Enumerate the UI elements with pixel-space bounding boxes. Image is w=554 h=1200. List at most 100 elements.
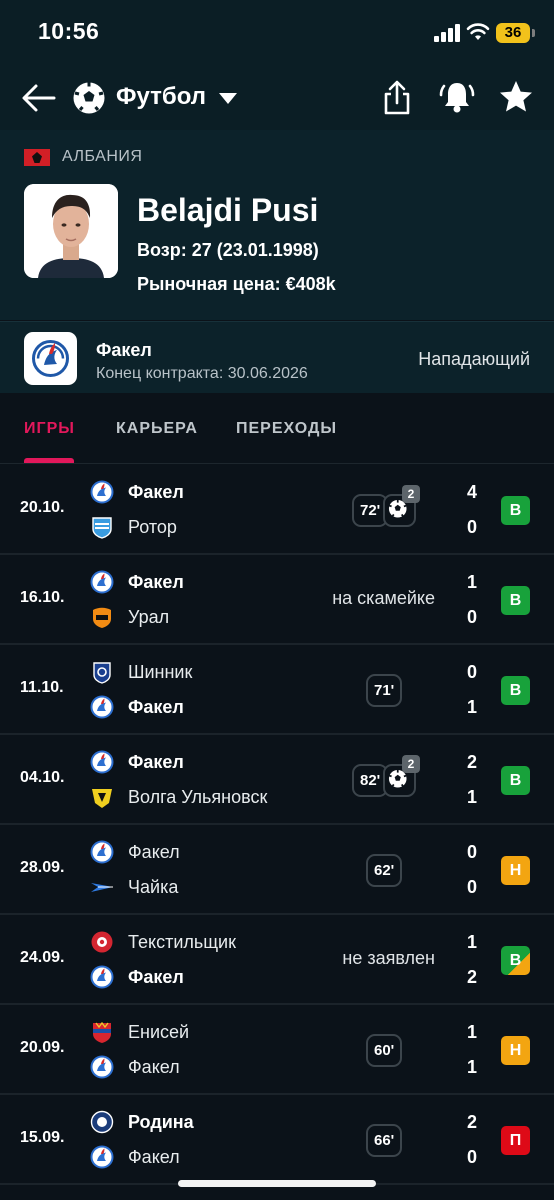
yenisey-logo-icon [93,1021,111,1043]
result-badge: В [501,586,530,615]
active-tab-indicator [24,458,74,463]
result-badge: В [501,676,530,705]
chayka-logo-icon [91,883,113,892]
away-team-score: 2 [466,967,477,987]
match-date: 24.09. [20,949,65,966]
away-team-name: Чайка [128,877,179,897]
away-team-name: Факел [128,1057,180,1077]
match-date: 16.10. [20,589,65,606]
result-badge: П [501,1126,530,1155]
volga-logo-icon [92,789,112,808]
player-status-note: на скамейке [332,588,435,608]
result-badge: Н [501,856,530,885]
away-team-score: 0 [466,1147,477,1167]
shinnik-logo-icon [93,662,111,684]
cellular-signal-icon [434,24,460,42]
player-status-note: не заявлен [342,948,435,968]
tab-career[interactable]: КАРЬЕРА [116,420,198,438]
home-team-name: Факел [128,482,184,502]
back-arrow-icon[interactable] [20,80,58,116]
player-name: Belajdi Pusi [137,192,319,228]
fakel-logo-icon [90,1055,114,1079]
home-team-name: Шинник [128,662,193,682]
home-team-score: 1 [466,932,477,952]
match-row[interactable]: 16.10. Факел Урал на скамейке 1 0 В [0,555,554,645]
home-team-name: Факел [128,752,184,772]
home-team-score: 1 [466,1022,477,1042]
fakel-logo-icon [90,840,114,864]
player-market-value: Рыночная цена: €408k [137,274,336,294]
away-team-score: 0 [466,517,477,537]
minutes-played: 60' [366,1034,403,1067]
tab-games[interactable]: ИГРЫ [24,420,75,438]
dropdown-caret-icon[interactable] [218,92,238,106]
app-bar: Футбол [0,68,554,130]
home-team-score: 1 [466,572,477,592]
tekstilshchik-logo-icon [91,931,113,953]
match-row[interactable]: 20.09. Енисей Факел 60' 1 1 Н [0,1005,554,1095]
notification-bell-icon[interactable] [438,78,476,116]
match-date: 20.09. [20,1039,65,1056]
club-name[interactable]: Факел [96,340,152,361]
match-row[interactable]: 24.09. Текстильщик Факел не заявлен 1 2 В [0,915,554,1005]
away-team-name: Волга Ульяновск [128,787,268,807]
home-team-score: 0 [466,842,477,862]
club-row[interactable]: Факел Конец контракта: 30.06.2026 Напада… [0,321,554,393]
battery-icon: 36 [496,23,530,43]
favorite-star-icon[interactable] [498,79,534,115]
home-team-name: Родина [128,1112,194,1132]
player-profile: АЛБАНИЯ Belajdi Pusi Возр: 27 (23.01.199… [0,130,554,320]
away-team-name: Урал [128,607,170,627]
fakel-club-logo[interactable] [24,332,77,385]
fakel-logo-icon [90,965,114,989]
sport-selector-label[interactable]: Футбол [116,83,206,111]
match-date: 20.10. [20,499,65,516]
rodina-logo-icon [90,1110,114,1134]
match-row[interactable]: 15.09. Родина Факел 66' 2 0 П [0,1095,554,1185]
minutes-played: 66' [366,1124,403,1157]
match-row[interactable]: 04.10. Факел Волга Ульяновск 82' 2 2 1 В [0,735,554,825]
ural-logo-icon [93,607,111,628]
soccer-ball-icon[interactable] [72,81,106,115]
minutes-played: 71' [366,674,403,707]
minutes-played: 62' [366,854,403,887]
player-age: Возр: 27 (23.01.1998) [137,240,319,260]
home-indicator[interactable] [178,1180,376,1187]
away-team-name: Факел [128,1147,180,1167]
match-date: 04.10. [20,769,65,786]
away-team-score: 0 [466,607,477,627]
home-team-score: 2 [466,752,477,772]
home-team-name: Факел [128,842,180,862]
match-date: 15.09. [20,1129,65,1146]
player-country: АЛБАНИЯ [62,148,143,165]
wifi-icon [466,23,490,40]
away-team-name: Факел [128,967,184,987]
home-team-score: 4 [466,482,477,502]
tab-transfers[interactable]: ПЕРЕХОДЫ [236,420,337,438]
away-team-name: Факел [128,697,184,717]
fakel-logo-icon [90,570,114,594]
home-team-name: Факел [128,572,184,592]
result-badge: В [501,946,530,975]
tab-bar: ИГРЫ КАРЬЕРА ПЕРЕХОДЫ [0,393,554,464]
away-team-score: 1 [466,1057,477,1077]
share-icon[interactable] [380,78,414,116]
fakel-logo-icon [90,480,114,504]
away-team-score: 0 [466,877,477,897]
status-time: 10:56 [38,18,100,44]
match-row[interactable]: 28.09. Факел Чайка 62' 0 0 Н [0,825,554,915]
goal-count: 2 [402,755,420,773]
away-team-score: 1 [466,787,477,807]
match-row[interactable]: 20.10. Факел Ротор 72' 2 4 0 В [0,465,554,555]
albania-flag-icon [24,149,50,166]
match-date: 11.10. [20,679,64,696]
contract-end: Конец контракта: 30.06.2026 [96,365,308,382]
goal-count: 2 [402,485,420,503]
home-team-score: 0 [466,662,477,682]
battery-tip [532,29,535,37]
rotor-logo-icon [92,517,112,539]
match-list: 20.10. Факел Ротор 72' 2 4 0 В 16.10. Факел Урал на… [0,465,554,1185]
home-team-name: Енисей [128,1022,190,1042]
match-row[interactable]: 11.10. Шинник Факел 71' 0 1 В [0,645,554,735]
status-bar: 10:56 36 [0,0,554,68]
